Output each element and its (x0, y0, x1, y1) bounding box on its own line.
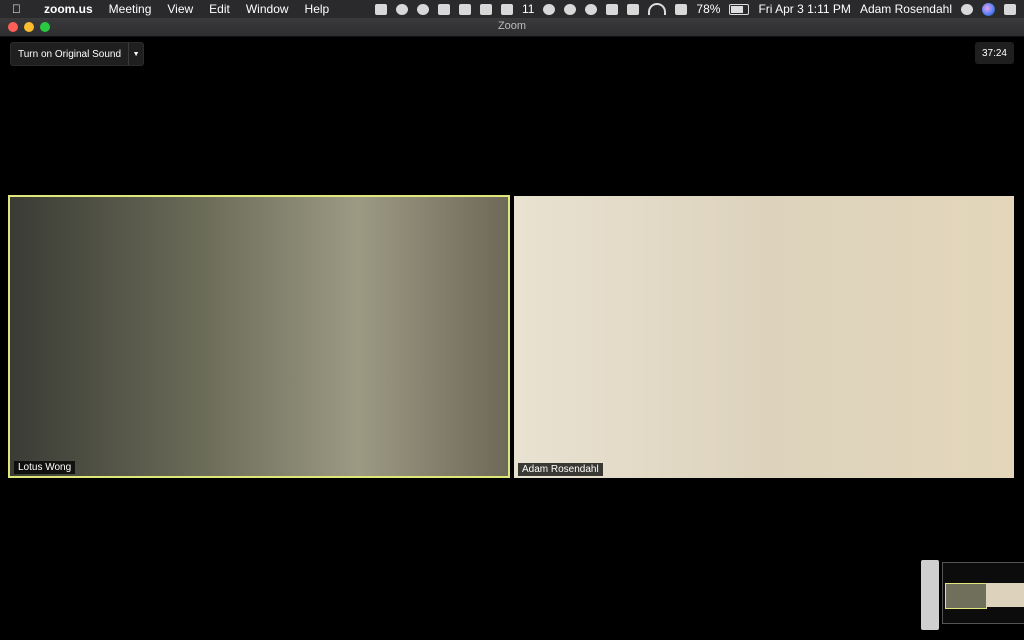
battery-percent[interactable]: 78% (696, 2, 720, 16)
bi-icon[interactable] (437, 3, 450, 15)
menu-view[interactable]: View (167, 2, 193, 16)
notification-center-icon[interactable] (1004, 3, 1016, 15)
siri-icon[interactable] (982, 2, 995, 16)
menu-edit[interactable]: Edit (209, 2, 230, 16)
cloud-icon[interactable] (416, 3, 429, 15)
thumbnail-gallery[interactable] (942, 562, 1024, 624)
wifi-icon[interactable] (648, 3, 667, 15)
menubar-clock[interactable]: Fri Apr 3 1:11 PM (758, 2, 850, 16)
display-icon[interactable] (627, 3, 640, 15)
battery-icon[interactable] (729, 3, 750, 15)
video-tile-adam-rosendahl[interactable]: Adam Rosendahl (514, 196, 1014, 478)
macos-menu-bar:  zoom.us Meeting View Edit Window Help … (0, 0, 1024, 18)
thumbnail-drag-handle[interactable] (921, 560, 939, 630)
participant-name: Lotus Wong (14, 461, 76, 474)
window-title: Zoom (497, 20, 527, 32)
dropbox-icon[interactable] (395, 3, 408, 15)
leaf-icon[interactable] (479, 3, 492, 15)
menu-app[interactable]: zoom.us (44, 2, 93, 16)
original-sound-button[interactable]: Turn on Original Sound ▼ (10, 42, 145, 66)
menu-meeting[interactable]: Meeting (109, 2, 152, 16)
thumbnail-lotus-wong (945, 583, 987, 609)
video-tile-lotus-wong[interactable]: Lotus Wong (8, 195, 510, 478)
menu-help[interactable]: Help (305, 2, 330, 16)
mail-icon[interactable] (458, 3, 471, 15)
status-area: 11 78% Fri Apr 3 1:11 PM Adam Rosendahl (374, 0, 1016, 18)
volume-icon[interactable] (675, 3, 688, 15)
menu-window[interactable]: Window (246, 2, 289, 16)
zoom-status-icon[interactable] (374, 3, 387, 15)
spotlight-search-icon[interactable] (961, 3, 973, 15)
time-machine-icon[interactable] (585, 3, 598, 15)
original-sound-label[interactable]: Turn on Original Sound (11, 49, 128, 60)
yoink-icon[interactable] (543, 3, 556, 15)
adobe-icon[interactable] (500, 3, 513, 15)
meeting-timer: 37:24 (974, 42, 1014, 64)
apple-icon[interactable]:  (12, 2, 32, 16)
menubar-user[interactable]: Adam Rosendahl (860, 2, 952, 16)
do-not-disturb-icon[interactable] (564, 3, 577, 15)
chevron-down-icon[interactable]: ▼ (128, 43, 143, 65)
window-title-bar: Zoom (0, 18, 1024, 37)
status-number: 11 (521, 2, 535, 16)
airplay-icon[interactable] (606, 3, 619, 15)
participant-name: Adam Rosendahl (518, 463, 603, 476)
thumbnail-adam-rosendahl (986, 583, 1024, 607)
